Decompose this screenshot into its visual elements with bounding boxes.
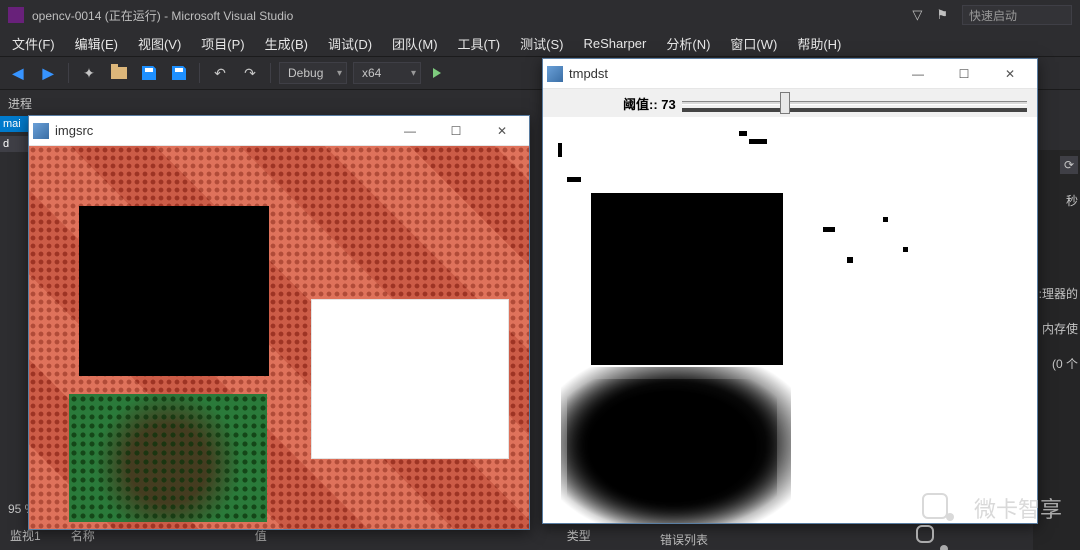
quick-launch-input[interactable]: 快速启动 <box>962 5 1072 25</box>
toolbar-separator-3 <box>270 63 271 83</box>
notification-icon[interactable]: ⚑ <box>936 7 948 23</box>
green-patch <box>69 394 267 522</box>
save-all-icon[interactable] <box>167 61 191 85</box>
menu-tools[interactable]: 工具(T) <box>450 31 509 56</box>
tmpdst-close-button[interactable]: ✕ <box>987 67 1033 81</box>
threshold-slider[interactable] <box>682 94 1027 112</box>
bw-blob-outer <box>561 367 791 523</box>
tmpdst-maximize-button[interactable]: ☐ <box>941 67 987 81</box>
noise-dot <box>903 247 908 252</box>
run-state: (正在运行) <box>105 9 161 23</box>
menu-view[interactable]: 视图(V) <box>130 31 189 56</box>
diagnostics-panel: ⟳ 秒 :理器的 内存使 (0 个 <box>1033 150 1080 550</box>
menu-build[interactable]: 生成(B) <box>257 31 316 56</box>
config-combo[interactable]: Debug <box>279 62 347 84</box>
diag-processor: :理器的 <box>1039 285 1078 302</box>
imgsrc-minimize-button[interactable]: — <box>387 124 433 138</box>
noise-dot <box>883 217 888 222</box>
save-icon[interactable] <box>137 61 161 85</box>
noise-dot <box>749 139 767 144</box>
redo-icon[interactable]: ↷ <box>238 61 262 85</box>
folder-icon <box>111 67 127 79</box>
window-title: opencv-0014 (正在运行) - Microsoft Visual St… <box>32 7 904 24</box>
diag-events: (0 个 <box>1052 355 1078 372</box>
slider-rail <box>682 101 1027 105</box>
imgsrc-close-button[interactable]: ✕ <box>479 124 525 138</box>
title-right-icons: ▽ ⚑ 快速启动 <box>912 5 1072 25</box>
noise-dot <box>567 177 581 182</box>
threshold-label: 阈值:: 73 <box>623 94 676 113</box>
menu-window[interactable]: 窗口(W) <box>722 31 785 56</box>
menu-team[interactable]: 团队(M) <box>384 31 446 56</box>
process-label: 进程 <box>8 95 32 112</box>
bw-black-square <box>591 193 783 365</box>
slider-rail-lower <box>682 108 1027 112</box>
menu-help[interactable]: 帮助(H) <box>789 31 849 56</box>
undo-icon[interactable]: ↶ <box>208 61 232 85</box>
tmpdst-minimize-button[interactable]: — <box>895 67 941 81</box>
imgsrc-maximize-button[interactable]: ☐ <box>433 124 479 138</box>
menu-test[interactable]: 测试(S) <box>512 31 571 56</box>
imgsrc-window[interactable]: imgsrc — ☐ ✕ <box>28 115 530 530</box>
vs-title-bar: opencv-0014 (正在运行) - Microsoft Visual St… <box>0 0 1080 30</box>
noise-dot <box>847 257 853 263</box>
white-square <box>311 299 509 459</box>
error-list-tab[interactable]: 错误列表 <box>660 531 708 548</box>
opencv-window-icon-2 <box>547 66 563 82</box>
slider-thumb[interactable] <box>780 92 790 114</box>
menu-file[interactable]: 文件(F) <box>4 31 63 56</box>
nav-back-icon[interactable]: ◀ <box>6 61 30 85</box>
title-suffix: - Microsoft Visual Studio <box>164 9 293 23</box>
diag-seconds: 秒 <box>1066 192 1078 209</box>
tmpdst-canvas <box>543 117 1037 523</box>
noise-dot <box>739 131 747 136</box>
new-file-icon[interactable]: ✦ <box>77 61 101 85</box>
nav-forward-icon[interactable]: ▶ <box>36 61 60 85</box>
menu-project[interactable]: 项目(P) <box>193 31 252 56</box>
diag-tool-icon[interactable]: ⟳ <box>1060 156 1078 174</box>
imgsrc-canvas <box>29 146 529 529</box>
threshold-control-row: 阈值:: 73 <box>543 89 1037 117</box>
imgsrc-title-bar[interactable]: imgsrc — ☐ ✕ <box>29 116 529 146</box>
project-name: opencv-0014 <box>32 9 101 23</box>
noise-dot <box>558 143 562 157</box>
menu-edit[interactable]: 编辑(E) <box>67 31 126 56</box>
left-tab-main[interactable]: mai <box>0 116 28 132</box>
open-icon[interactable] <box>107 61 131 85</box>
left-tab-d[interactable]: d <box>0 136 28 152</box>
status-col-type: 类型 <box>567 527 591 544</box>
threshold-label-text: 阈值:: <box>623 97 661 112</box>
play-icon <box>433 68 441 78</box>
opencv-window-icon <box>33 123 49 139</box>
menu-bar: 文件(F) 编辑(E) 视图(V) 项目(P) 生成(B) 调试(D) 团队(M… <box>0 30 1080 56</box>
toolbar-separator <box>68 63 69 83</box>
filter-icon[interactable]: ▽ <box>912 7 922 23</box>
black-square <box>79 206 269 376</box>
tmpdst-title: tmpdst <box>569 66 889 81</box>
imgsrc-title: imgsrc <box>55 123 381 138</box>
left-tool-strip: mai d <box>0 116 28 152</box>
menu-analyze[interactable]: 分析(N) <box>658 31 718 56</box>
save-all-icon-shape <box>172 66 186 80</box>
menu-resharper[interactable]: ReSharper <box>575 33 654 54</box>
diag-memory: 内存使 <box>1042 320 1078 337</box>
toolbar-separator-2 <box>199 63 200 83</box>
noise-dot <box>823 227 835 232</box>
tmpdst-window[interactable]: tmpdst — ☐ ✕ 阈值:: 73 <box>542 58 1038 524</box>
save-icon-shape <box>142 66 156 80</box>
tmpdst-title-bar[interactable]: tmpdst — ☐ ✕ <box>543 59 1037 89</box>
start-button[interactable] <box>427 61 451 85</box>
platform-combo[interactable]: x64 <box>353 62 421 84</box>
vs-logo-icon <box>8 7 24 23</box>
threshold-value: 73 <box>661 97 675 112</box>
menu-debug[interactable]: 调试(D) <box>320 31 380 56</box>
